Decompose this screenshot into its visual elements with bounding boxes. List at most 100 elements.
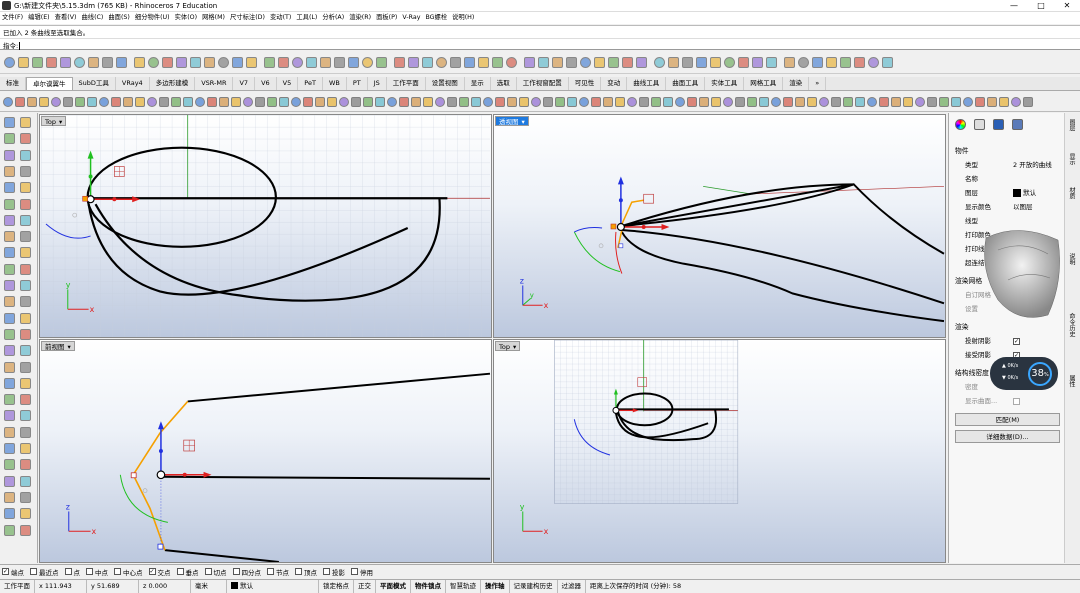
left-tool-16-1-icon[interactable]: [20, 377, 31, 389]
gumball-x-arrow[interactable]: [661, 224, 670, 230]
viewport-perspective-canvas[interactable]: z y x: [494, 115, 945, 337]
toolbar-tool-43-icon[interactable]: [622, 57, 633, 68]
viewport-top[interactable]: Top ▾ y x: [39, 114, 492, 338]
osnap-checkbox[interactable]: [30, 568, 37, 575]
tab-3[interactable]: VRay4: [116, 77, 150, 90]
tab-tool-45-icon[interactable]: [543, 96, 553, 107]
status-toggle-5[interactable]: 操作轴: [481, 579, 510, 593]
left-tool-2-0-icon[interactable]: [4, 149, 15, 161]
toolbar-tool-20-icon[interactable]: [292, 57, 303, 68]
toolbar-tool-56-icon[interactable]: [812, 57, 823, 68]
status-toggle-7[interactable]: 过滤器: [558, 579, 586, 593]
left-tool-2-1-icon[interactable]: [20, 149, 31, 161]
tab-8[interactable]: V5: [277, 77, 299, 90]
gumball-z-arrow[interactable]: [157, 421, 164, 430]
tab-tool-24-icon[interactable]: [291, 96, 301, 107]
control-point-lower[interactable]: [618, 243, 624, 249]
osnap-5[interactable]: ✓ 交点: [148, 567, 171, 577]
tab-19[interactable]: 变动: [601, 77, 628, 90]
tab-tool-10-icon[interactable]: [123, 96, 133, 107]
tab-tool-1-icon[interactable]: [15, 96, 25, 107]
tab-tool-74-icon[interactable]: [891, 96, 901, 107]
left-tool-11-1-icon[interactable]: [20, 296, 31, 308]
tab-tool-81-icon[interactable]: [975, 96, 985, 107]
status-toggle-0[interactable]: 锁定格点: [319, 579, 354, 593]
tab-tool-23-icon[interactable]: [279, 96, 289, 107]
gumball-z-arrow[interactable]: [617, 176, 624, 185]
left-tool-11-0-icon[interactable]: [4, 296, 15, 308]
tab-14[interactable]: 设置视图: [426, 77, 465, 90]
viewport-label-top-2[interactable]: Top ▾: [495, 341, 521, 351]
left-tool-0-1-icon[interactable]: [20, 117, 31, 128]
tab-7[interactable]: V6: [255, 77, 277, 90]
status-toggle-6[interactable]: 记录建构历史: [510, 579, 558, 593]
gumball-center[interactable]: [612, 406, 620, 414]
toolbar-tool-4-icon[interactable]: [60, 57, 71, 68]
toolbar-tool-23-icon[interactable]: [334, 57, 345, 68]
menu-edit[interactable]: 编辑(E): [26, 12, 52, 24]
tab-tool-56-icon[interactable]: [675, 96, 685, 107]
toolbar-tool-22-icon[interactable]: [320, 57, 331, 68]
viewport-top-2-canvas[interactable]: y x: [494, 340, 945, 562]
tab-tool-18-icon[interactable]: [219, 96, 229, 107]
outline-curve[interactable]: [621, 183, 945, 255]
inner-curve[interactable]: [621, 228, 945, 305]
tab-tool-40-icon[interactable]: [483, 96, 493, 107]
osnap-12[interactable]: 停用: [351, 567, 373, 577]
tab-tool-30-icon[interactable]: [363, 96, 373, 107]
tab-tool-5-icon[interactable]: [63, 96, 73, 107]
toolbar-tool-15-icon[interactable]: [218, 57, 229, 68]
gumball-z-handle[interactable]: [158, 449, 163, 453]
status-layer[interactable]: 默认: [227, 579, 319, 593]
tab-17[interactable]: 工作视窗配置: [517, 77, 569, 90]
tab-tool-6-icon[interactable]: [75, 96, 85, 107]
status-cplane[interactable]: 工作平面: [0, 579, 35, 593]
osnap-0[interactable]: ✓ 端点: [2, 567, 24, 577]
toolbar-tool-11-icon[interactable]: [162, 57, 173, 68]
tab-tool-31-icon[interactable]: [375, 96, 385, 107]
tab-6[interactable]: V7: [233, 77, 256, 90]
gumball-y-handle[interactable]: [88, 174, 93, 179]
toolbar-tool-35-icon[interactable]: [506, 57, 517, 68]
bottom-line-curve[interactable]: [164, 549, 279, 562]
menu-render[interactable]: 渲染(R): [347, 12, 373, 24]
match-button[interactable]: 匹配(M): [955, 413, 1060, 426]
tab-1[interactable]: 卓尔谟翼牛: [26, 77, 73, 90]
tab-tool-32-icon[interactable]: [387, 96, 397, 107]
toolbar-tool-61-icon[interactable]: [882, 57, 893, 68]
left-tool-25-1-icon[interactable]: [20, 524, 31, 536]
left-tool-10-0-icon[interactable]: [4, 280, 15, 291]
tab-18[interactable]: 可见性: [569, 77, 602, 90]
osnap-10[interactable]: 顶点: [295, 567, 317, 577]
toolbar-tool-44-icon[interactable]: [636, 57, 647, 68]
tab-command-history[interactable]: 命令历史: [1067, 313, 1076, 337]
tab-tool-66-icon[interactable]: [795, 96, 805, 107]
tab-tool-43-icon[interactable]: [519, 96, 529, 107]
left-tool-5-0-icon[interactable]: [4, 198, 15, 210]
toolbar-tool-40-icon[interactable]: [580, 57, 591, 68]
tab-help[interactable]: 说明: [1067, 253, 1076, 265]
tab-tool-83-icon[interactable]: [999, 96, 1009, 107]
viewport-label-front[interactable]: 前视图 ▾: [41, 341, 75, 351]
left-tool-0-0-icon[interactable]: [4, 117, 15, 128]
tab-tool-55-icon[interactable]: [663, 96, 673, 107]
tab-properties[interactable]: 属性: [1067, 375, 1076, 387]
toolbar-tool-38-icon[interactable]: [552, 57, 563, 68]
left-tool-15-1-icon[interactable]: [20, 361, 31, 373]
left-tool-16-0-icon[interactable]: [4, 377, 15, 389]
tab-20[interactable]: 曲线工具: [627, 77, 667, 90]
tab-tool-26-icon[interactable]: [315, 96, 325, 107]
left-tool-6-0-icon[interactable]: [4, 214, 15, 226]
tab-tool-37-icon[interactable]: [447, 96, 457, 107]
toolbar-tool-60-icon[interactable]: [868, 57, 879, 68]
toolbar-tool-50-icon[interactable]: [724, 57, 735, 68]
network-speed-widget[interactable]: ▲ 0K/s ▼ 0K/s 38%: [990, 357, 1058, 390]
gumball-center[interactable]: [86, 195, 95, 204]
tab-tool-4-icon[interactable]: [51, 96, 61, 107]
status-toggle-4[interactable]: 智慧轨迹: [446, 579, 481, 593]
tab-tool-15-icon[interactable]: [183, 96, 193, 107]
tab-tool-44-icon[interactable]: [531, 96, 541, 107]
gumball-center[interactable]: [156, 470, 166, 480]
tab-tool-72-icon[interactable]: [867, 96, 877, 107]
osnap-11[interactable]: 投影: [323, 567, 345, 577]
